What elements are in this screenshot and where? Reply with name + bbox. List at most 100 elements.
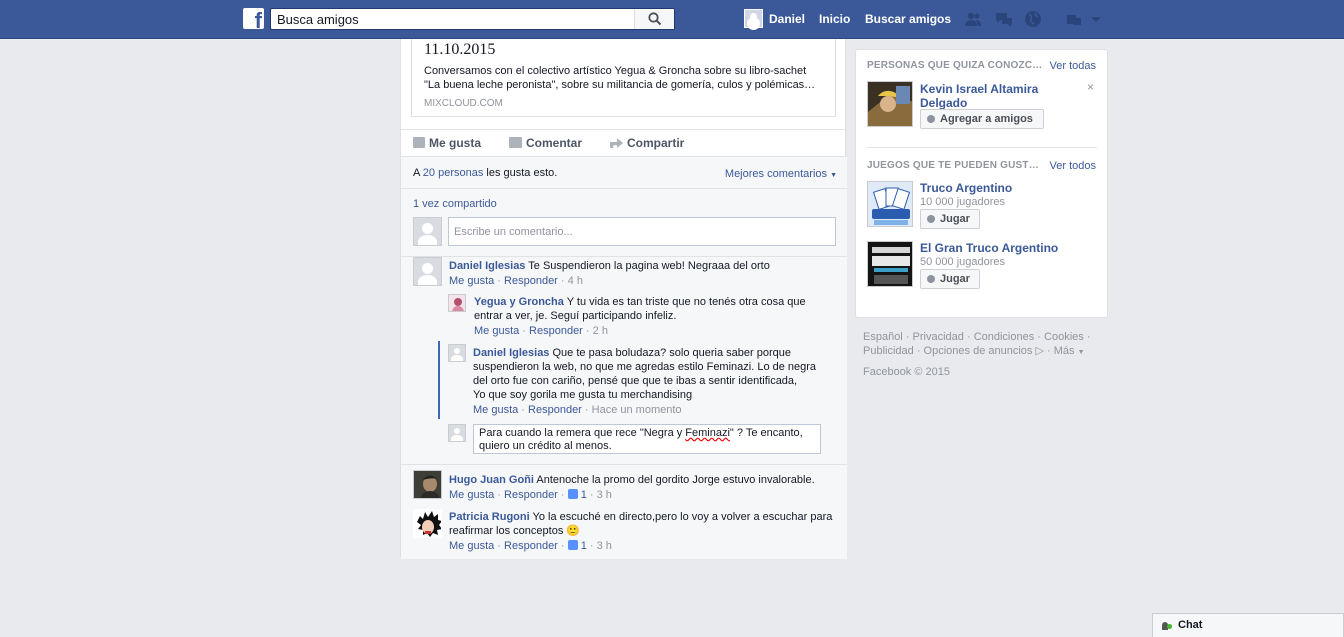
- footer-link-ad-choices[interactable]: Opciones de anuncios: [924, 345, 1033, 357]
- truco-argentino-game-icon[interactable]: [867, 181, 913, 227]
- privacy-shortcuts-icon[interactable]: [1065, 10, 1083, 28]
- comment-label: Comentar: [526, 136, 583, 150]
- misspelled-word: Feminazi: [685, 427, 730, 439]
- comment-like-count[interactable]: 1: [567, 489, 587, 501]
- footer-link-terms[interactable]: Condiciones: [974, 331, 1035, 343]
- game-title[interactable]: El Gran Truco Argentino: [920, 241, 1058, 255]
- comment-like-link[interactable]: Me gusta: [449, 275, 494, 287]
- share-label: Compartir: [627, 136, 685, 150]
- comment-input[interactable]: Escribe un comentario...: [448, 217, 836, 246]
- games-heading: JUEGOS QUE TE PUEDEN GUST…: [867, 160, 1039, 171]
- play-icon: [927, 215, 935, 223]
- caret-down-icon: ▼: [830, 172, 837, 179]
- divider: [867, 147, 1097, 148]
- current-user-avatar: [413, 217, 442, 246]
- play-game-button[interactable]: Jugar: [920, 269, 980, 289]
- suggested-person-photo[interactable]: [867, 81, 913, 127]
- suggested-person-name[interactable]: Kevin Israel Altamira Delgado: [920, 82, 1070, 110]
- share-button[interactable]: Compartir: [610, 136, 684, 150]
- top-navigation-bar: f Daniel Inicio Buscar amigos: [0, 0, 1344, 39]
- friend-requests-icon[interactable]: [964, 10, 982, 28]
- comment-like-count[interactable]: 1: [567, 540, 587, 552]
- comment-time[interactable]: 4 h: [568, 275, 583, 287]
- chat-tab[interactable]: Chat: [1152, 613, 1344, 637]
- footer-link-cookies[interactable]: Cookies: [1044, 331, 1084, 343]
- reply-reply-link[interactable]: Responder: [528, 404, 582, 416]
- notifications-globe-icon[interactable]: [1024, 10, 1042, 28]
- reply-text-line: Yo que soy gorila me gusta tu merchandis…: [473, 389, 693, 401]
- games-see-all-link[interactable]: Ver todos: [1050, 160, 1096, 172]
- find-friends-link[interactable]: Buscar amigos: [865, 0, 951, 38]
- post-card: 11.10.2015 Conversamos con el colectivo …: [400, 39, 847, 559]
- reply-author[interactable]: Yegua y Groncha: [474, 296, 564, 308]
- shared-link-preview[interactable]: 11.10.2015 Conversamos con el colectivo …: [411, 39, 836, 117]
- like-button[interactable]: Me gusta: [413, 136, 481, 150]
- link-title[interactable]: 11.10.2015: [424, 41, 495, 59]
- comment-body: Patricia Rugoni Yo la escuché en directo…: [449, 510, 834, 538]
- comment-like-link[interactable]: Me gusta: [449, 540, 494, 552]
- thumbs-up-icon: [413, 137, 425, 148]
- reply-time[interactable]: 2 h: [593, 325, 608, 337]
- dismiss-suggestion-close-icon[interactable]: ×: [1087, 80, 1094, 94]
- comment-text: Antenoche la promo del gordito Jorge est…: [536, 474, 815, 486]
- play-label: Jugar: [940, 213, 970, 225]
- commenter-avatar[interactable]: [413, 257, 442, 286]
- divider: [401, 256, 847, 257]
- play-label: Jugar: [940, 273, 970, 285]
- profile-link[interactable]: Daniel: [769, 0, 805, 38]
- comment-author[interactable]: Hugo Juan Goñi: [449, 474, 534, 486]
- comment-button[interactable]: Comentar: [509, 136, 582, 150]
- comment-like-link[interactable]: Me gusta: [449, 489, 494, 501]
- add-friend-icon: [927, 115, 935, 123]
- comment-author[interactable]: Daniel Iglesias: [449, 260, 525, 272]
- reply-like-link[interactable]: Me gusta: [473, 404, 518, 416]
- user-avatar[interactable]: [744, 9, 763, 28]
- likers-link[interactable]: 20 personas: [423, 167, 484, 179]
- footer-link-advertising[interactable]: Publicidad: [863, 345, 914, 357]
- reply-time[interactable]: Hace un momento: [592, 404, 682, 416]
- shares-link[interactable]: 1 vez compartido: [413, 198, 497, 210]
- comment-author[interactable]: Patricia Rugoni: [449, 511, 530, 523]
- like-count-thumbs-up-icon: [567, 540, 578, 550]
- reply-author[interactable]: Daniel Iglesias: [473, 347, 549, 359]
- add-friend-button[interactable]: Agregar a amigos: [920, 109, 1044, 129]
- footer: Español · Privacidad · Condiciones · Coo…: [863, 330, 1103, 379]
- comment-time[interactable]: 3 h: [597, 489, 612, 501]
- reply-meta: Me gusta · Responder · Hace un momento: [473, 404, 682, 416]
- add-friend-label: Agregar a amigos: [940, 113, 1033, 125]
- reply-like-link[interactable]: Me gusta: [474, 325, 519, 337]
- commenter-avatar[interactable]: [413, 509, 442, 538]
- footer-link-privacy[interactable]: Privacidad: [913, 331, 964, 343]
- reply-input[interactable]: Para cuando la remera que rece "Negra y …: [473, 424, 821, 454]
- right-sidebar: PERSONAS QUE QUIZA CONOZC… Ver todas Kev…: [855, 49, 1108, 318]
- el-gran-truco-game-icon[interactable]: [867, 241, 913, 287]
- reply-avatar[interactable]: [448, 294, 466, 312]
- search-button[interactable]: [634, 9, 674, 29]
- footer-link-more[interactable]: Más: [1054, 345, 1075, 357]
- home-link[interactable]: Inicio: [819, 0, 850, 38]
- reply-avatar[interactable]: [448, 344, 466, 362]
- messages-icon[interactable]: [995, 10, 1013, 28]
- reply-reply-link[interactable]: Responder: [529, 325, 583, 337]
- profile-photo-icon: [414, 471, 441, 498]
- play-game-button[interactable]: Jugar: [920, 209, 980, 229]
- reply-body: Yegua y Groncha Y tu vida es tan triste …: [474, 295, 834, 323]
- like-count-thumbs-up-icon: [567, 489, 578, 499]
- comment-reply-link[interactable]: Responder: [504, 540, 558, 552]
- search-input[interactable]: [271, 9, 636, 29]
- comment-time[interactable]: 3 h: [597, 540, 612, 552]
- comment-reply-link[interactable]: Responder: [504, 489, 558, 501]
- game-title[interactable]: Truco Argentino: [920, 181, 1012, 195]
- comment-order-label: Mejores comentarios: [724, 168, 827, 180]
- facebook-logo-icon[interactable]: f: [243, 8, 264, 32]
- footer-link-language[interactable]: Español: [863, 331, 903, 343]
- people-see-all-link[interactable]: Ver todas: [1050, 60, 1096, 72]
- account-menu-chevron-down-icon[interactable]: [1090, 10, 1102, 28]
- comment-reply-link[interactable]: Responder: [504, 275, 558, 287]
- smile-emoji-icon: 🙂: [566, 525, 581, 537]
- commenter-avatar[interactable]: [413, 470, 442, 499]
- play-icon: [927, 275, 935, 283]
- footer-links: Español · Privacidad · Condiciones · Coo…: [863, 331, 1091, 357]
- comment-order-dropdown[interactable]: Mejores comentarios ▼: [725, 168, 837, 180]
- like-count-value: 1: [580, 540, 587, 552]
